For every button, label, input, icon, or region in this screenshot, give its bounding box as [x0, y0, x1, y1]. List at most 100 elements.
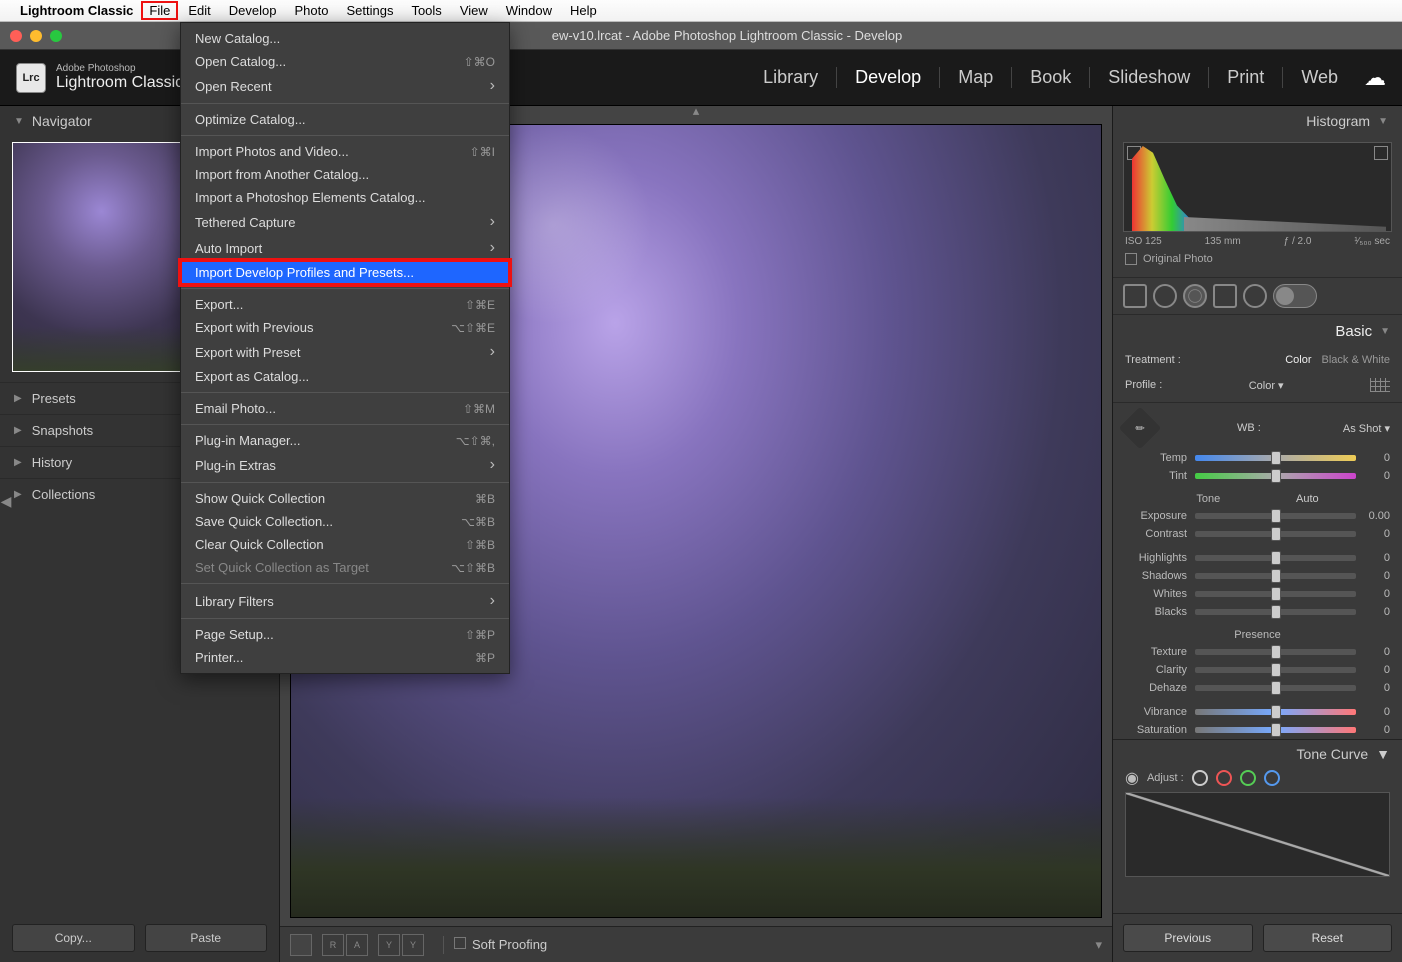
- logo-big: Lightroom Classic: [56, 74, 183, 91]
- basic-panel-head[interactable]: Basic▼: [1113, 315, 1402, 348]
- curve-green-icon[interactable]: [1240, 770, 1256, 786]
- file-menu-item[interactable]: Library Filters: [181, 588, 509, 614]
- logo-small: Adobe Photoshop: [56, 63, 183, 74]
- texture-slider[interactable]: Texture0: [1113, 643, 1402, 661]
- module-map[interactable]: Map: [940, 67, 1012, 88]
- file-menu-item[interactable]: Import a Photoshop Elements Catalog...: [181, 186, 509, 209]
- file-menu-item[interactable]: Export...⇧⌘E: [181, 293, 509, 316]
- file-menu-item[interactable]: Import from Another Catalog...: [181, 163, 509, 186]
- menubar-app-name[interactable]: Lightroom Classic: [20, 3, 133, 18]
- histogram-panel-head[interactable]: Histogram▼: [1113, 106, 1402, 136]
- shadows-slider[interactable]: Shadows0: [1113, 567, 1402, 585]
- tint-slider[interactable]: Tint0: [1113, 467, 1402, 485]
- cloud-icon[interactable]: ☁: [1364, 65, 1386, 91]
- whites-slider[interactable]: Whites0: [1113, 585, 1402, 603]
- menu-edit[interactable]: Edit: [188, 3, 210, 18]
- file-menu-dropdown: New Catalog...Open Catalog...⇧⌘OOpen Rec…: [180, 22, 510, 674]
- file-menu-item[interactable]: Export with Previous⌥⇧⌘E: [181, 316, 509, 339]
- profile-browser-icon[interactable]: [1370, 378, 1390, 392]
- file-menu-item[interactable]: Import Photos and Video...⇧⌘I: [181, 140, 509, 163]
- radial-tool-icon[interactable]: [1243, 284, 1267, 308]
- menu-window[interactable]: Window: [506, 3, 552, 18]
- copy-button[interactable]: Copy...: [12, 924, 135, 952]
- treatment-bw[interactable]: Black & White: [1322, 354, 1390, 366]
- file-menu-item[interactable]: Export as Catalog...: [181, 365, 509, 388]
- before-after-group[interactable]: RA: [322, 934, 368, 956]
- highlights-slider[interactable]: Highlights0: [1113, 549, 1402, 567]
- local-tools-row: [1113, 277, 1402, 315]
- original-photo-checkbox[interactable]: Original Photo: [1123, 251, 1392, 271]
- wb-eyedropper-icon[interactable]: ✎: [1119, 407, 1161, 449]
- file-menu-item[interactable]: Clear Quick Collection⇧⌘B: [181, 533, 509, 556]
- grad-tool-icon[interactable]: [1213, 284, 1237, 308]
- curve-rgb-icon[interactable]: [1192, 770, 1208, 786]
- menu-develop[interactable]: Develop: [229, 3, 277, 18]
- module-book[interactable]: Book: [1012, 67, 1090, 88]
- file-menu-item[interactable]: Plug-in Manager...⌥⇧⌘,: [181, 429, 509, 452]
- file-menu-item[interactable]: Email Photo...⇧⌘M: [181, 397, 509, 420]
- module-develop[interactable]: Develop: [837, 67, 940, 88]
- treatment-row: Treatment : ColorBlack & White: [1113, 348, 1402, 372]
- logo-badge: Lrc: [16, 63, 46, 93]
- saturation-slider[interactable]: Saturation0: [1113, 721, 1402, 739]
- mac-menubar[interactable]: Lightroom Classic File Edit Develop Phot…: [0, 0, 1402, 22]
- auto-tone-button[interactable]: Auto: [1296, 493, 1319, 505]
- module-library[interactable]: Library: [745, 67, 837, 88]
- curve-blue-icon[interactable]: [1264, 770, 1280, 786]
- toolbar-chevron-icon[interactable]: ▾: [1095, 937, 1102, 953]
- file-menu-item[interactable]: Save Quick Collection...⌥⌘B: [181, 510, 509, 533]
- file-menu-item[interactable]: Show Quick Collection⌘B: [181, 487, 509, 510]
- file-menu-item[interactable]: Auto Import: [181, 235, 509, 261]
- treatment-color[interactable]: Color: [1285, 354, 1311, 366]
- clip-highlights-icon[interactable]: [1374, 146, 1388, 160]
- file-menu-item[interactable]: Open Recent: [181, 73, 509, 99]
- spot-tool-icon[interactable]: [1153, 284, 1177, 308]
- file-menu-item[interactable]: Import Develop Profiles and Presets...: [181, 261, 509, 284]
- temp-slider[interactable]: Temp0: [1113, 449, 1402, 467]
- tone-curve-graph[interactable]: [1125, 792, 1390, 877]
- file-menu-item[interactable]: Page Setup...⇧⌘P: [181, 623, 509, 646]
- profile-dropdown[interactable]: Color ▾: [1249, 379, 1284, 392]
- vibrance-slider[interactable]: Vibrance0: [1113, 703, 1402, 721]
- file-menu-item[interactable]: Optimize Catalog...: [181, 108, 509, 131]
- menu-help[interactable]: Help: [570, 3, 597, 18]
- module-web[interactable]: Web: [1283, 67, 1356, 88]
- left-collapse-handle[interactable]: ◀: [0, 481, 12, 521]
- close-icon[interactable]: [10, 30, 22, 42]
- blacks-slider[interactable]: Blacks0: [1113, 603, 1402, 621]
- minimize-icon[interactable]: [30, 30, 42, 42]
- clarity-slider[interactable]: Clarity0: [1113, 661, 1402, 679]
- traffic-lights[interactable]: [10, 30, 62, 42]
- soft-proofing-checkbox[interactable]: Soft Proofing: [454, 937, 547, 952]
- module-slideshow[interactable]: Slideshow: [1090, 67, 1209, 88]
- menu-view[interactable]: View: [460, 3, 488, 18]
- menu-photo[interactable]: Photo: [294, 3, 328, 18]
- file-menu-item[interactable]: New Catalog...: [181, 27, 509, 50]
- reset-button[interactable]: Reset: [1263, 924, 1393, 952]
- file-menu-item[interactable]: Tethered Capture: [181, 209, 509, 235]
- previous-button[interactable]: Previous: [1123, 924, 1253, 952]
- exposure-slider[interactable]: Exposure0.00: [1113, 507, 1402, 525]
- loupe-view-icon[interactable]: [290, 934, 312, 956]
- crop-tool-icon[interactable]: [1123, 284, 1147, 308]
- redeye-tool-icon[interactable]: [1183, 284, 1207, 308]
- histogram-display[interactable]: [1123, 142, 1392, 232]
- menu-tools[interactable]: Tools: [411, 3, 441, 18]
- file-menu-item[interactable]: Printer...⌘P: [181, 646, 509, 669]
- file-menu-item[interactable]: Export with Preset: [181, 339, 509, 365]
- mask-toggle[interactable]: [1273, 284, 1317, 308]
- file-menu-item: Set Quick Collection as Target⌥⇧⌘B: [181, 556, 509, 579]
- compare-group[interactable]: YY: [378, 934, 424, 956]
- maximize-icon[interactable]: [50, 30, 62, 42]
- paste-button[interactable]: Paste: [145, 924, 268, 952]
- menu-settings[interactable]: Settings: [346, 3, 393, 18]
- menu-file[interactable]: File: [141, 1, 178, 20]
- wb-dropdown[interactable]: As Shot ▾: [1343, 422, 1390, 435]
- contrast-slider[interactable]: Contrast0: [1113, 525, 1402, 543]
- tone-curve-panel-head[interactable]: Tone Curve▼: [1125, 746, 1390, 768]
- module-print[interactable]: Print: [1209, 67, 1283, 88]
- dehaze-slider[interactable]: Dehaze0: [1113, 679, 1402, 697]
- curve-red-icon[interactable]: [1216, 770, 1232, 786]
- file-menu-item[interactable]: Open Catalog...⇧⌘O: [181, 50, 509, 73]
- file-menu-item[interactable]: Plug-in Extras: [181, 452, 509, 478]
